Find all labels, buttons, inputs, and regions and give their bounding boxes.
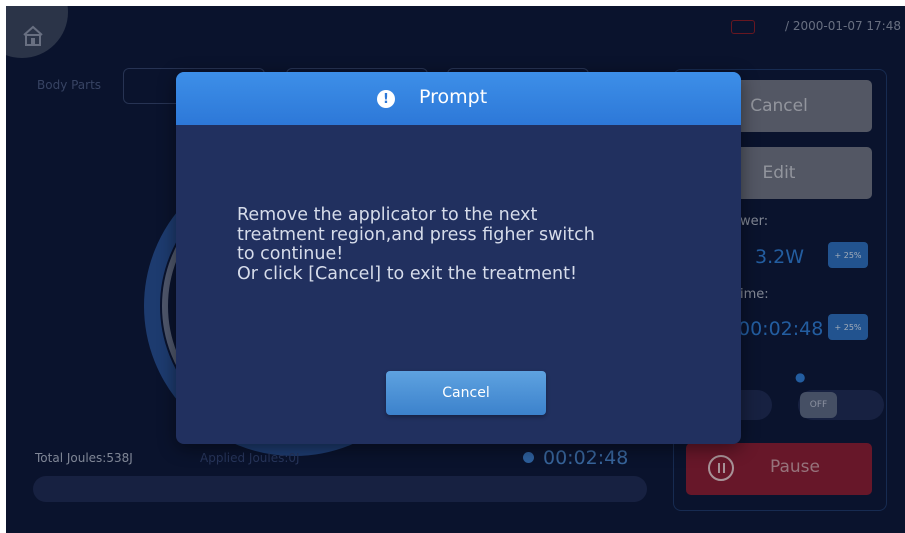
time-plus-button[interactable]: + 25% [828,314,868,340]
power-value: 3.2W [755,246,805,268]
dialog-cancel-button[interactable]: Cancel [386,371,546,415]
treatment-timer: 00:02:48 [543,447,629,469]
exclamation-icon: ! [377,90,395,108]
dialog-header: ! Prompt [176,72,741,125]
power-plus-button[interactable]: + 25% [828,242,868,268]
treatment-screen: / 2000-01-07 17:48 Body Parts Total Joul… [6,6,905,533]
sound-toggle-knob[interactable]: OFF [800,392,837,418]
battery-icon [731,20,755,34]
applied-joules: Applied Joules:0J [200,451,300,465]
dialog-message-line: Or click [Cancel] to exit the treatment! [237,263,578,284]
dialog-message-line: Remove the applicator to the next [237,205,538,225]
clock-icon [523,452,534,463]
power-label: wer: [740,214,769,229]
dialog-title: Prompt [419,86,488,108]
body-parts-label: Body Parts [37,78,102,92]
time-label: ime: [740,287,769,302]
pause-button[interactable]: Pause [686,443,872,495]
datetime: / 2000-01-07 17:48 [785,19,901,33]
dialog-message: Remove the applicator to the next treatm… [237,205,697,284]
total-joules: Total Joules:538J [35,451,133,465]
prompt-dialog: ! Prompt Remove the applicator to the ne… [176,72,741,444]
pause-label: Pause [770,457,820,477]
dialog-message-line: treatment region,and press figher switch [237,224,595,245]
treatment-progress-bar [33,476,647,502]
pause-icon [708,455,734,481]
dialog-message-line: to continue! [237,244,344,264]
home-icon[interactable] [22,25,44,47]
time-value: 00:02:48 [738,318,824,340]
speaker-icon: ● [795,370,806,384]
